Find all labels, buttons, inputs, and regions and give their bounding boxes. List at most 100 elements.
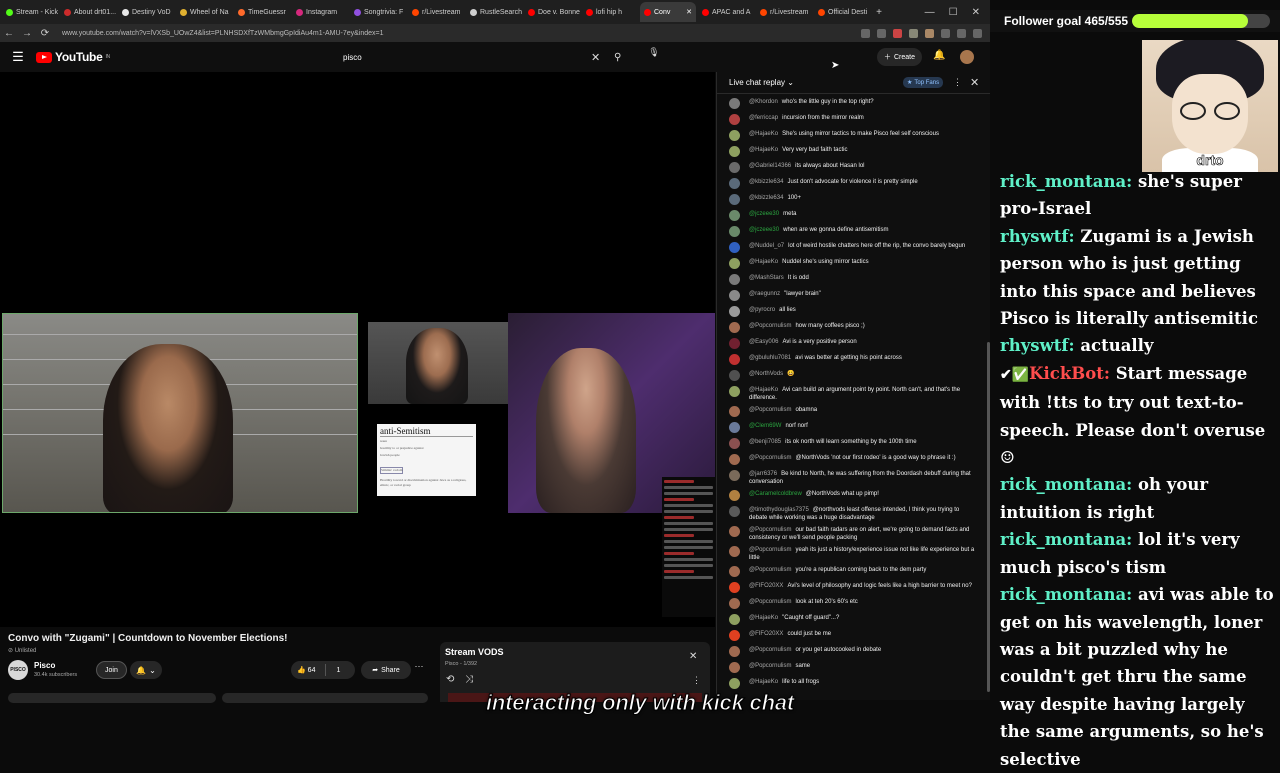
chat-author[interactable]: @MashStars [749, 275, 784, 281]
chat-message[interactable]: @timothydouglas7375 @northvods least offe… [717, 504, 985, 524]
chat-message[interactable]: @Popcornulism @NorthVods 'not our first r… [717, 452, 985, 468]
chat-message[interactable]: @Nuddel_o7 lot of weird hostile chatters … [717, 240, 985, 256]
chat-author[interactable]: @Popcornulism [749, 455, 791, 461]
chat-author[interactable]: @Popcornulism [749, 407, 791, 413]
download-icon[interactable] [957, 28, 966, 38]
chat-author[interactable]: @Easy006 [749, 339, 778, 345]
chat-author[interactable]: @Clem69W [749, 423, 781, 429]
browser-tab[interactable]: Wheel of Na [176, 2, 232, 22]
chat-author[interactable]: @Popcornulism [749, 527, 791, 533]
chat-author[interactable]: @jczeee30 [749, 227, 779, 233]
chat-author[interactable]: @HajaeKo [749, 387, 778, 393]
chat-message[interactable]: @raegunnz "lawyer brain" [717, 288, 985, 304]
playlist-title[interactable]: Stream VODS [445, 647, 504, 657]
loop-icon[interactable]: ⟲ [446, 674, 454, 685]
chat-author[interactable]: @Nuddel_o7 [749, 243, 784, 249]
chat-message[interactable]: @HajaeKo Nuddel she's using mirror tactic… [717, 256, 985, 272]
chat-author[interactable]: @HajaeKo [749, 679, 778, 685]
chat-author[interactable]: @jarr6376 [749, 471, 777, 477]
chat-author[interactable]: @timothydouglas7375 [749, 507, 809, 513]
chat-author[interactable]: @Khordon [749, 99, 778, 105]
close-tab-icon[interactable]: ✕ [686, 8, 692, 16]
chat-author[interactable]: @benji7085 [749, 439, 781, 445]
chat-message[interactable]: @HajaeKo Very very bad faith tactic [717, 144, 985, 160]
cast-icon[interactable] [861, 28, 870, 38]
chat-avatar[interactable] [729, 598, 740, 609]
chat-author[interactable]: @Popcornulism [749, 323, 791, 329]
chat-avatar[interactable] [729, 98, 740, 109]
chat-author[interactable]: @Popcornulism [749, 663, 791, 669]
join-button[interactable]: Join [96, 661, 127, 679]
url-field[interactable]: www.youtube.com/watch?v=lVXSb_UOwZ4&list… [62, 30, 861, 37]
clear-search-icon[interactable]: ✕ [591, 51, 600, 64]
chat-avatar[interactable] [729, 406, 740, 417]
chat-message[interactable]: @Popcornulism or you get autocooked in de… [717, 644, 985, 660]
browser-tab[interactable]: RustleSearch [466, 2, 522, 22]
chat-author[interactable]: @ferriccap [749, 115, 778, 121]
chat-author[interactable]: @FIFO20XX [749, 631, 783, 637]
minimize-icon[interactable]: — [925, 7, 935, 18]
chat-message[interactable]: @jczeee30 meta [717, 208, 985, 224]
browser-tab[interactable]: r/Livestream [756, 2, 812, 22]
chat-author[interactable]: @Caramelcoldbrew [749, 491, 802, 497]
chat-message[interactable]: @FIFO20XX Avi's level of philosophy and l… [717, 580, 985, 596]
chat-avatar[interactable] [729, 146, 740, 157]
chat-avatar[interactable] [729, 506, 740, 517]
chat-author[interactable]: @HajaeKo [749, 131, 778, 137]
chat-avatar[interactable] [729, 582, 740, 593]
browser-tab[interactable]: r/Livestream [408, 2, 464, 22]
browser-tab[interactable]: Stream - Kick [2, 2, 58, 22]
chat-message-list[interactable]: @Khordon who's the little guy in the top … [717, 96, 985, 700]
chat-message[interactable]: @FIFO20XX could just be me [717, 628, 985, 644]
chat-avatar[interactable] [729, 438, 740, 449]
chat-message[interactable]: @Popcornulism our bad faith radars are on… [717, 524, 985, 544]
chat-message[interactable]: @jczeee30 when are we gonna define antise… [717, 224, 985, 240]
chat-avatar[interactable] [729, 422, 740, 433]
chat-message[interactable]: @Gabriel14366 its always about Hasan lol [717, 160, 985, 176]
browser-tab[interactable]: Doe v. Bonne [524, 2, 580, 22]
chat-avatar[interactable] [729, 130, 740, 141]
channel-avatar[interactable]: PISCO [8, 660, 28, 680]
chat-author[interactable]: @Popcornulism [749, 599, 791, 605]
chat-message[interactable]: @Easy006 Avi is a very positive person [717, 336, 985, 352]
chat-author[interactable]: @kbizzle634 [749, 195, 783, 201]
chat-more-icon[interactable]: ⋮ [953, 77, 962, 88]
chat-avatar[interactable] [729, 566, 740, 577]
shuffle-icon[interactable]: ⤨ [465, 674, 473, 685]
search-input[interactable] [336, 52, 576, 62]
chat-avatar[interactable] [729, 210, 740, 221]
notifications-bell-icon[interactable]: 🔔 [933, 50, 945, 61]
chat-message[interactable]: @HajaeKo Avi can build an argument point … [717, 384, 985, 404]
chat-avatar[interactable] [729, 114, 740, 125]
chat-message[interactable]: @kbizzle634 Just don't advocate for viole… [717, 176, 985, 192]
chat-avatar[interactable] [729, 662, 740, 673]
chat-avatar[interactable] [729, 470, 740, 481]
chat-avatar[interactable] [729, 630, 740, 641]
dislike-button[interactable]: 1 [336, 667, 340, 674]
chat-author[interactable]: @HajaeKo [749, 147, 778, 153]
chat-mode-dropdown[interactable]: Live chat replay ⌄ [729, 78, 794, 87]
chat-message[interactable]: @Popcornulism same [717, 660, 985, 676]
chat-message[interactable]: @jarr6376 Be kind to North, he was suffer… [717, 468, 985, 488]
chat-avatar[interactable] [729, 546, 740, 557]
chat-avatar[interactable] [729, 354, 740, 365]
subscription-bell-button[interactable]: 🔔 ⌄ [130, 661, 162, 679]
share-button[interactable]: ➦ Share [361, 661, 411, 679]
chat-author[interactable]: @FIFO20XX [749, 583, 783, 589]
chat-message[interactable]: @benji7085 its ok north will learn someth… [717, 436, 985, 452]
extension-icon[interactable] [909, 28, 918, 38]
close-chat-icon[interactable]: ✕ [970, 76, 979, 89]
chat-avatar[interactable] [729, 194, 740, 205]
chat-message[interactable]: @NorthVods 😀 [717, 368, 985, 384]
chat-author[interactable]: @NorthVods [749, 371, 783, 377]
chat-avatar[interactable] [729, 242, 740, 253]
chat-message[interactable]: @Caramelcoldbrew @NorthVods what up pimp! [717, 488, 985, 504]
chat-avatar[interactable] [729, 322, 740, 333]
profile-icon[interactable] [925, 28, 934, 38]
browser-tab[interactable]: TimeGuessr [234, 2, 290, 22]
chat-avatar[interactable] [729, 678, 740, 689]
chat-message[interactable]: @MashStars It is odd [717, 272, 985, 288]
more-actions-icon[interactable]: ⋯ [413, 661, 425, 679]
chat-author[interactable]: @Gabriel14366 [749, 163, 791, 169]
new-tab-button[interactable]: + [870, 7, 888, 18]
